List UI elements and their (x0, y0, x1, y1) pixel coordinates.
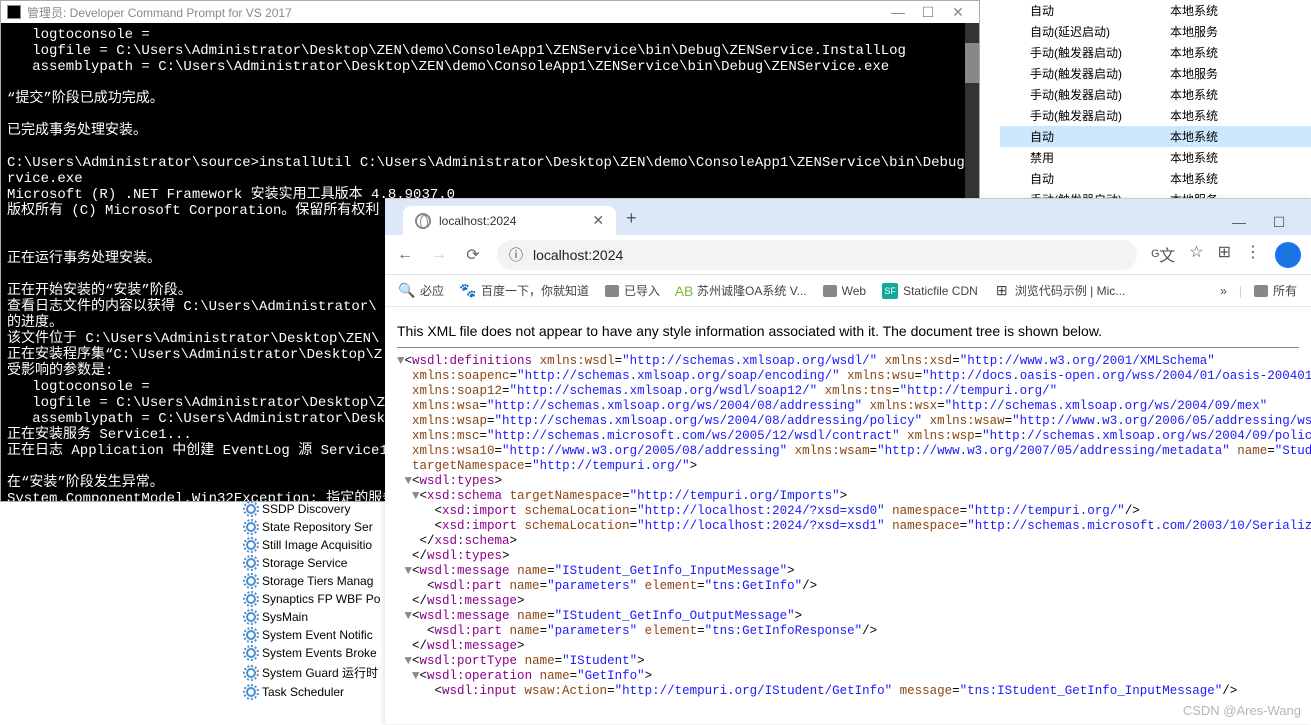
extensions-icon[interactable]: ⊞ (1218, 242, 1231, 268)
cmd-title-text: 管理员: Developer Command Prompt for VS 201… (27, 4, 292, 21)
cmd-scroll-thumb[interactable] (965, 43, 979, 83)
forward-button[interactable]: → (429, 246, 449, 264)
service-item[interactable]: Synaptics FP WBF Po (240, 590, 400, 608)
tab-title: localhost:2024 (439, 214, 516, 228)
service-item[interactable]: Storage Tiers Manag (240, 572, 400, 590)
bookmark-staticfile[interactable]: SFStaticfile CDN (882, 283, 978, 299)
gear-icon (244, 628, 258, 642)
profile-avatar[interactable]: 👤 (1275, 242, 1301, 268)
service-item[interactable]: State Repository Ser (240, 518, 400, 536)
browser-minimize-button[interactable]: — (1223, 214, 1255, 231)
service-row[interactable]: 手动(触发器启动)本地系统 (1000, 84, 1311, 105)
service-row[interactable]: 自动本地系统 (1000, 0, 1311, 21)
service-item[interactable]: Still Image Acquisitio (240, 536, 400, 554)
services-startup-table: 自动本地系统自动(延迟启动)本地服务手动(触发器启动)本地系统手动(触发器启动)… (1000, 0, 1311, 210)
tab-strip: localhost:2024 ✕ + — ☐ (385, 199, 1311, 235)
bookmark-web[interactable]: Web (823, 284, 866, 298)
service-item[interactable]: Task Scheduler (240, 683, 400, 701)
cmd-icon (7, 5, 21, 19)
bookmark-baidu[interactable]: 🐾百度一下，你就知道 (460, 282, 589, 299)
gear-icon (244, 592, 258, 606)
close-button[interactable]: ✕ (943, 4, 973, 21)
translate-icon[interactable]: ᴳ文 (1151, 242, 1175, 268)
globe-icon (415, 213, 431, 229)
gear-icon (244, 574, 258, 588)
bookmark-star-icon[interactable]: ☆ (1189, 242, 1203, 268)
address-bar: ← → ⟳ ⓘ localhost:2024 ᴳ文 ☆ ⊞ ⋮ 👤 (385, 235, 1311, 275)
service-row[interactable]: 禁用本地系统 (1000, 147, 1311, 168)
browser-tab[interactable]: localhost:2024 ✕ (403, 206, 616, 235)
back-button[interactable]: ← (395, 246, 415, 264)
maximize-button[interactable]: ☐ (913, 4, 943, 21)
cmd-titlebar[interactable]: 管理员: Developer Command Prompt for VS 201… (1, 1, 979, 23)
watermark: CSDN @Ares-Wang (1183, 703, 1301, 718)
url-input[interactable]: ⓘ localhost:2024 (497, 240, 1137, 270)
service-row[interactable]: 手动(触发器启动)本地系统 (1000, 42, 1311, 63)
xml-banner: This XML file does not appear to have an… (397, 315, 1299, 348)
bookmark-browse[interactable]: ⊞浏览代码示例 | Mic... (994, 282, 1125, 299)
service-row[interactable]: 手动(触发器启动)本地服务 (1000, 63, 1311, 84)
bookmark-biying[interactable]: 🔍必应 (399, 282, 444, 299)
page-content[interactable]: This XML file does not appear to have an… (385, 307, 1311, 725)
gear-icon (244, 538, 258, 552)
service-item[interactable]: Storage Service (240, 554, 400, 572)
gear-icon (244, 685, 258, 699)
info-icon: ⓘ (509, 245, 523, 265)
browser-window: localhost:2024 ✕ + — ☐ ← → ⟳ ⓘ localhost… (385, 198, 1311, 724)
bookmark-suzhou[interactable]: AB苏州诚隆OA系统 V... (676, 282, 807, 299)
xml-tree: ▼<wsdl:definitions xmlns:wsdl="http://sc… (397, 354, 1299, 699)
gear-icon (244, 556, 258, 570)
bookmarks-bar: 🔍必应 🐾百度一下，你就知道 已导入 AB苏州诚隆OA系统 V... Web S… (385, 275, 1311, 307)
service-item[interactable]: System Guard 运行时 (240, 662, 400, 683)
bookmarks-overflow[interactable]: » (1220, 284, 1227, 298)
bookmark-all[interactable]: 所有 (1254, 282, 1297, 299)
service-item[interactable]: SSDP Discovery (240, 500, 400, 518)
new-tab-button[interactable]: + (616, 202, 647, 235)
gear-icon (244, 520, 258, 534)
service-item[interactable]: System Events Broke (240, 644, 400, 662)
gear-icon (244, 502, 258, 516)
services-tree: SSDP DiscoveryState Repository SerStill … (240, 500, 400, 701)
tab-close-button[interactable]: ✕ (592, 212, 604, 229)
bookmark-imported[interactable]: 已导入 (605, 282, 660, 299)
browser-maximize-button[interactable]: ☐ (1263, 214, 1295, 231)
service-item[interactable]: SysMain (240, 608, 400, 626)
service-item[interactable]: System Event Notific (240, 626, 400, 644)
gear-icon (244, 610, 258, 624)
url-text: localhost:2024 (533, 247, 623, 263)
service-row[interactable]: 自动本地系统 (1000, 168, 1311, 189)
service-row[interactable]: 自动(延迟启动)本地服务 (1000, 21, 1311, 42)
menu-icon[interactable]: ⋮ (1245, 242, 1261, 268)
service-row[interactable]: 自动本地系统 (1000, 126, 1311, 147)
reload-button[interactable]: ⟳ (463, 245, 483, 265)
gear-icon (244, 666, 258, 680)
service-row[interactable]: 手动(触发器启动)本地系统 (1000, 105, 1311, 126)
minimize-button[interactable]: — (883, 4, 913, 20)
gear-icon (244, 646, 258, 660)
